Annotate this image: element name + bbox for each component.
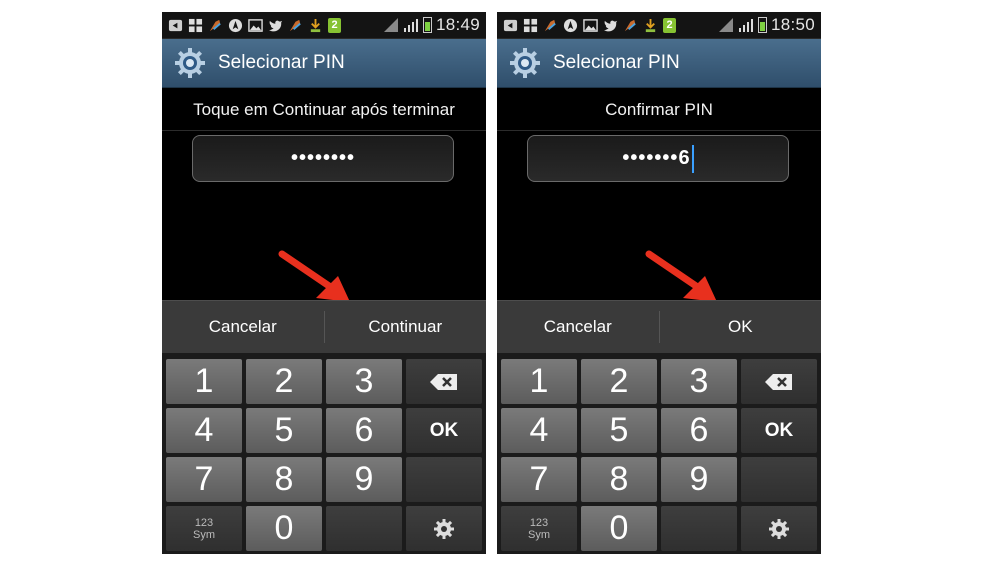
key-3[interactable]: 3 (661, 359, 737, 404)
action-button-bar: Cancelar Continuar (162, 300, 486, 353)
key-6[interactable]: 6 (661, 408, 737, 453)
empty-key (661, 506, 737, 551)
ok-key[interactable]: OK (741, 408, 817, 453)
battery-icon (757, 17, 767, 33)
backspace-icon (765, 373, 792, 390)
page-title: Selecionar PIN (553, 52, 680, 73)
key-4[interactable]: 4 (501, 408, 577, 453)
text-cursor (691, 144, 694, 173)
status-bar: 2 18:50 (497, 12, 821, 39)
windows-icon (523, 18, 538, 32)
numeric-keypad: 1 2 3 4 5 6 OK 7 8 9 123 Sym 0 (497, 353, 821, 554)
key-0[interactable]: 0 (581, 506, 657, 551)
key-2[interactable]: 2 (246, 359, 322, 404)
pin-last-char: 6 (678, 147, 691, 169)
empty-key (741, 457, 817, 502)
key-2[interactable]: 2 (581, 359, 657, 404)
key-9[interactable]: 9 (661, 457, 737, 502)
key-1[interactable]: 1 (166, 359, 242, 404)
key-8[interactable]: 8 (246, 457, 322, 502)
paint-icon (544, 19, 556, 31)
symbols-key-top: 123 (194, 516, 214, 529)
key-8[interactable]: 8 (581, 457, 657, 502)
navigation-icon (563, 18, 578, 32)
download-icon (310, 18, 321, 32)
settings-gear-icon (510, 48, 540, 78)
symbols-key-bottom: Sym (528, 528, 550, 541)
gear-icon (434, 518, 454, 539)
instruction-text: Toque em Continuar após terminar (193, 100, 455, 119)
key-7[interactable]: 7 (166, 457, 242, 502)
numeric-keypad: 1 2 3 4 5 6 OK 7 8 9 123 Sym 0 (162, 353, 486, 554)
empty-key (326, 506, 402, 551)
back-icon (503, 19, 518, 31)
backspace-key[interactable] (741, 359, 817, 404)
wifi-signal-icon (383, 18, 398, 32)
backspace-icon (430, 373, 457, 390)
pin-input[interactable]: •••••••• (192, 135, 454, 182)
page-title: Selecionar PIN (218, 52, 345, 73)
notification-badge: 2 (663, 17, 676, 33)
back-icon (168, 19, 183, 31)
pin-input[interactable]: ••••••• 6 (527, 135, 789, 182)
twitter-icon (603, 20, 618, 31)
ok-button[interactable]: OK (660, 301, 822, 353)
key-6[interactable]: 6 (326, 408, 402, 453)
paint-icon (624, 19, 636, 31)
paint-icon (289, 19, 301, 31)
key-3[interactable]: 3 (326, 359, 402, 404)
twitter-icon (268, 20, 283, 31)
key-7[interactable]: 7 (501, 457, 577, 502)
phone-screen-select-pin: 2 18:49 Selecionar PIN Toque em Continua… (162, 12, 486, 554)
image-icon (583, 18, 598, 32)
pin-masked-value: •••••••• (290, 147, 355, 169)
keyboard-settings-key[interactable] (406, 506, 482, 551)
navigation-icon (228, 18, 243, 32)
title-bar: Selecionar PIN (497, 39, 821, 88)
notification-badge: 2 (328, 17, 341, 33)
key-1[interactable]: 1 (501, 359, 577, 404)
gear-icon (769, 518, 789, 539)
clock: 18:49 (435, 15, 480, 34)
divider (162, 130, 486, 131)
key-5[interactable]: 5 (581, 408, 657, 453)
windows-icon (188, 18, 203, 32)
phone-screen-confirm-pin: 2 18:50 Selecionar PIN Confirmar PIN •••… (497, 12, 821, 554)
title-bar: Selecionar PIN (162, 39, 486, 88)
symbols-key[interactable]: 123 Sym (501, 506, 577, 551)
continue-button[interactable]: Continuar (325, 301, 487, 353)
paint-icon (209, 19, 221, 31)
pin-masked-value: ••••••• (622, 147, 679, 169)
battery-icon (422, 17, 432, 33)
symbols-key-bottom: Sym (193, 528, 215, 541)
empty-key (406, 457, 482, 502)
wifi-signal-icon (718, 18, 733, 32)
key-5[interactable]: 5 (246, 408, 322, 453)
status-bar: 2 18:49 (162, 12, 486, 39)
cell-signal-icon (738, 19, 753, 32)
keyboard-settings-key[interactable] (741, 506, 817, 551)
ok-key[interactable]: OK (406, 408, 482, 453)
key-0[interactable]: 0 (246, 506, 322, 551)
symbols-key-top: 123 (529, 516, 549, 529)
settings-gear-icon (175, 48, 205, 78)
red-arrow-annotation (645, 250, 717, 302)
cancel-button[interactable]: Cancelar (162, 301, 324, 353)
backspace-key[interactable] (406, 359, 482, 404)
action-button-bar: Cancelar OK (497, 300, 821, 353)
cancel-button[interactable]: Cancelar (497, 301, 659, 353)
image-icon (248, 18, 263, 32)
download-icon (645, 18, 656, 32)
cell-signal-icon (403, 19, 418, 32)
key-9[interactable]: 9 (326, 457, 402, 502)
symbols-key[interactable]: 123 Sym (166, 506, 242, 551)
divider (497, 130, 821, 131)
instruction-text: Confirmar PIN (605, 100, 713, 119)
clock: 18:50 (770, 15, 815, 34)
key-4[interactable]: 4 (166, 408, 242, 453)
red-arrow-annotation (278, 250, 350, 302)
